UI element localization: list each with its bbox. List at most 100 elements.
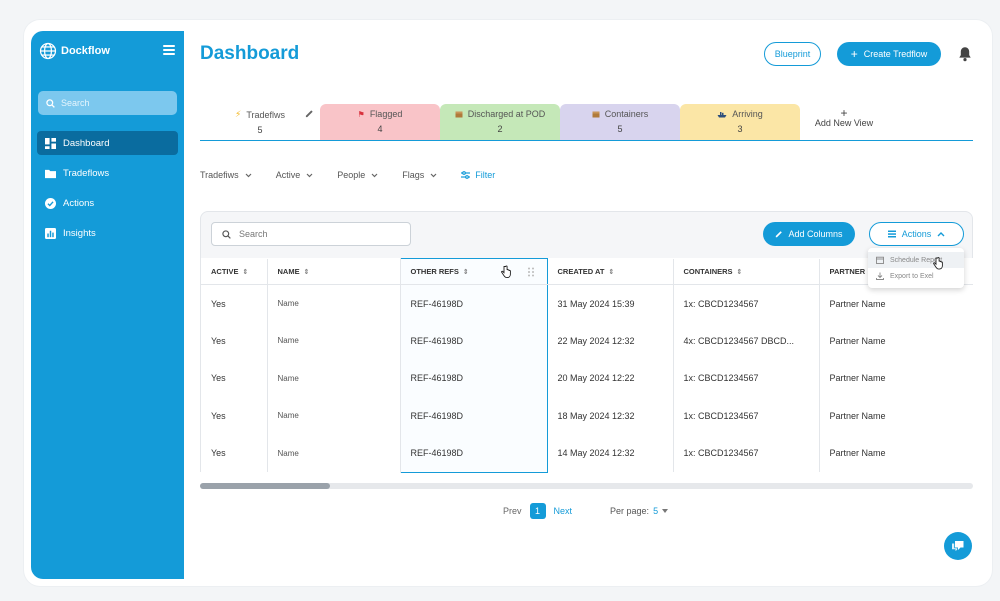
- sidebar-item-label: Tradeflows: [63, 167, 110, 179]
- sort-icon[interactable]: ⇕: [737, 268, 743, 276]
- cell-partner: Partner Name: [829, 410, 886, 421]
- sort-icon[interactable]: ⇕: [304, 268, 310, 276]
- menu-item-label: Export to Exel: [890, 272, 934, 280]
- sort-icon[interactable]: ⇕: [243, 268, 249, 276]
- plus-icon: +: [850, 47, 858, 61]
- sidebar-search[interactable]: [38, 91, 177, 115]
- tab-label: Containers: [604, 109, 649, 119]
- prev-page-button[interactable]: Prev: [503, 506, 522, 516]
- sort-icon[interactable]: ⇕: [463, 268, 469, 276]
- tab-flagged[interactable]: ⚑ Flagged 4: [320, 104, 440, 140]
- table-row[interactable]: Yes Name REF-46198D 20 May 2024 12:22 1x…: [201, 359, 973, 397]
- sidebar-item-label: Dashboard: [63, 137, 110, 149]
- ship-icon: [717, 111, 727, 117]
- chat-icon: [952, 541, 964, 551]
- tab-tradeflows[interactable]: ⚡ Tradeflws 5: [200, 104, 320, 140]
- table-search-input[interactable]: [239, 229, 399, 239]
- page-title: Dashboard: [200, 43, 300, 64]
- cell-active: Yes: [201, 434, 268, 472]
- filter-button[interactable]: Filter: [461, 170, 495, 180]
- table-row[interactable]: Yes Name REF-46198D 14 May 2024 12:32 1x…: [201, 434, 973, 473]
- filter-tradeflows[interactable]: Tradefiws: [200, 170, 252, 180]
- app-logo[interactable]: Dockflow: [39, 42, 110, 60]
- sidebar-item-insights[interactable]: Insights: [37, 221, 178, 245]
- tab-discharged-at-pod[interactable]: Discharged at POD 2: [440, 104, 560, 140]
- tab-containers[interactable]: Containers 5: [560, 104, 680, 140]
- filter-link-label: Filter: [475, 170, 496, 180]
- sidebar-search-input[interactable]: [61, 98, 161, 108]
- dashboard-icon: [45, 137, 56, 149]
- sidebar-item-tradeflows[interactable]: Tradeflows: [37, 161, 178, 185]
- cell-active: Yes: [201, 359, 268, 397]
- cell-partner: Partner Name: [829, 335, 886, 346]
- cell-other-refs: REF-46198D: [399, 284, 548, 322]
- search-icon: [46, 98, 55, 108]
- add-new-view-button[interactable]: + Add New View: [804, 107, 884, 128]
- chevron-down-icon: [306, 173, 313, 177]
- chevron-up-icon: [937, 231, 945, 236]
- cell-containers: 1x: CBCD1234567: [673, 434, 820, 472]
- page-number-button[interactable]: 1: [529, 503, 546, 519]
- filter-flags[interactable]: Flags: [402, 170, 437, 180]
- sidebar-nav: Dashboard Tradeflows Actions Insights: [37, 131, 178, 251]
- sort-icon[interactable]: ⇕: [608, 268, 614, 276]
- sidebar-item-label: Actions: [63, 197, 95, 209]
- tab-label: Tradeflws: [246, 109, 285, 120]
- cell-containers: 1x: CBCD1234567: [673, 397, 820, 435]
- bell-icon[interactable]: [958, 46, 972, 62]
- hamburger-menu-icon[interactable]: [163, 45, 175, 55]
- pencil-icon[interactable]: [305, 109, 314, 118]
- drag-handle-icon[interactable]: [527, 267, 535, 277]
- search-icon: [222, 229, 231, 239]
- next-page-button[interactable]: Next: [554, 506, 573, 516]
- column-header-active[interactable]: ACTIVE ⇕: [201, 258, 268, 285]
- menu-item-schedule-report[interactable]: Schedule Report: [868, 252, 964, 268]
- table-row[interactable]: Yes Name REF-46198D 18 May 2024 12:32 1x…: [201, 397, 973, 435]
- table-row[interactable]: Yes Name REF-46198D 31 May 2024 15:39 1x…: [201, 284, 973, 322]
- filter-label: Flags: [402, 170, 425, 180]
- create-tradeflow-button[interactable]: + Create Tredflow: [837, 42, 941, 66]
- actions-button[interactable]: Actions: [869, 222, 964, 246]
- column-header-other-refs[interactable]: OTHER REFS ⇕: [399, 258, 548, 285]
- menu-item-export-excel[interactable]: Export to Exel: [868, 268, 964, 284]
- view-tabs: ⚡ Tradeflws 5 ⚑ Flagged 4 Discharged at …: [200, 104, 973, 141]
- cell-name: Name: [267, 397, 401, 435]
- cell-created-at: 31 May 2024 15:39: [547, 284, 674, 322]
- app-name: Dockflow: [61, 45, 110, 57]
- cell-created-at: 18 May 2024 12:32: [547, 397, 674, 435]
- sidebar: Dockflow Dashboard Tradeflows Actions In…: [31, 31, 184, 579]
- scrollbar-thumb[interactable]: [200, 483, 330, 489]
- download-icon: [876, 272, 884, 280]
- globe-icon: [39, 42, 57, 60]
- horizontal-scrollbar[interactable]: [200, 483, 973, 489]
- table-row[interactable]: Yes Name REF-46198D 22 May 2024 12:32 4x…: [201, 322, 973, 360]
- add-view-label: Add New View: [814, 118, 874, 128]
- box-icon: [592, 111, 600, 118]
- chevron-down-icon: [430, 173, 437, 177]
- add-columns-label: Add Columns: [788, 229, 843, 239]
- filter-label: Active: [275, 170, 301, 180]
- cell-created-at: 20 May 2024 12:22: [547, 359, 674, 397]
- chat-button[interactable]: [944, 532, 972, 560]
- cell-partner: Partner Name: [829, 448, 886, 459]
- filter-active[interactable]: Active: [276, 170, 314, 180]
- cell-other-refs: REF-46198D: [399, 434, 548, 473]
- per-page-selector[interactable]: Per page: 5: [610, 506, 669, 516]
- sidebar-item-label: Insights: [63, 227, 96, 239]
- table-header-row: ACTIVE ⇕ NAME ⇕ OTHER REFS ⇕ CREATED AT ⇕ CO…: [201, 258, 973, 285]
- cell-name: Name: [267, 322, 401, 360]
- chart-icon: [45, 227, 56, 239]
- column-header-created-at[interactable]: CREATED AT ⇕: [547, 258, 674, 285]
- add-columns-button[interactable]: Add Columns: [763, 222, 855, 246]
- filter-people[interactable]: People: [337, 170, 378, 180]
- table-search[interactable]: [211, 222, 411, 246]
- sidebar-item-actions[interactable]: Actions: [37, 191, 178, 215]
- column-header-containers[interactable]: CONTAINERS ⇕: [673, 258, 820, 285]
- sidebar-item-dashboard[interactable]: Dashboard: [37, 131, 178, 155]
- cell-partner: Partner Name: [829, 373, 886, 384]
- filter-label: People: [337, 170, 366, 180]
- tab-arriving[interactable]: Arriving 3: [680, 104, 800, 140]
- flag-icon: ⚑: [357, 109, 365, 119]
- blueprint-button[interactable]: Blueprint: [764, 42, 821, 66]
- column-header-name[interactable]: NAME ⇕: [267, 258, 401, 285]
